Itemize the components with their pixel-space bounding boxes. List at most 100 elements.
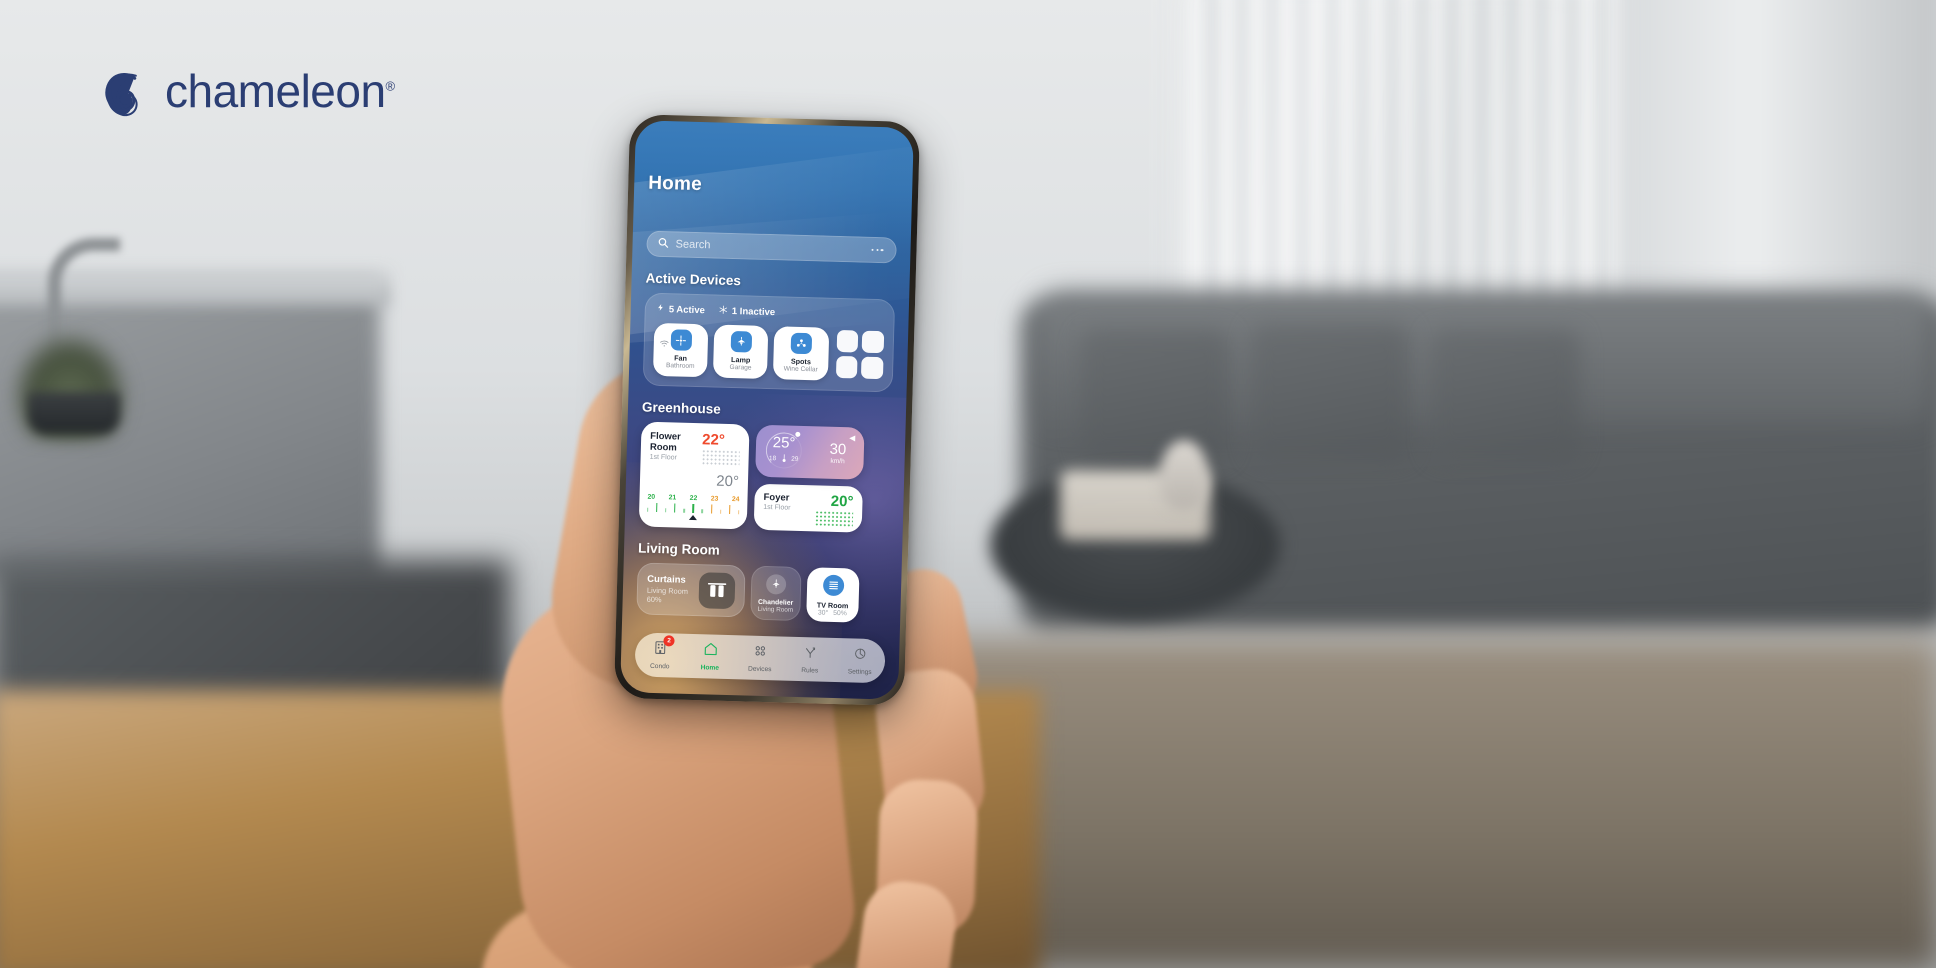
- tv-room-temp: 30°: [817, 609, 829, 617]
- scale-marker: [688, 514, 698, 521]
- device-name: Fan: [674, 353, 688, 363]
- device-icon-row: [774, 332, 829, 355]
- tab-label: Devices: [747, 665, 772, 673]
- house-icon: [702, 641, 718, 661]
- bolt-icon: [657, 302, 665, 316]
- chameleon-logo-icon: [97, 68, 151, 127]
- page-title: Home: [647, 172, 703, 196]
- scale-label: 20: [647, 493, 656, 501]
- fan-icon: [670, 329, 692, 351]
- scene-photograph: Home Search Active Devices 5 Active 1 In…: [0, 0, 1936, 968]
- tab-settings[interactable]: Settings: [838, 646, 883, 676]
- card-chandelier[interactable]: Chandelier Living Room: [750, 565, 802, 622]
- scale-labels: 20 21 22 23 24: [647, 494, 739, 504]
- device-card-row: Fan Bathroom Lamp Garage Spots Wine Cell…: [652, 322, 885, 382]
- section-title-living-room: Living Room: [637, 540, 721, 558]
- app-content: Home Search Active Devices 5 Active 1 In…: [620, 120, 914, 700]
- grid-dots-icon: [753, 643, 768, 662]
- tab-devices[interactable]: Devices: [738, 643, 783, 673]
- search-input[interactable]: Search: [646, 230, 897, 264]
- bottom-navigation: 2 Condo Home Devices Rules Settings: [634, 632, 886, 684]
- active-devices-panel: 5 Active 1 Inactive Fan Bathroom Lamp Ga…: [642, 292, 896, 393]
- device-card-fan[interactable]: Fan Bathroom: [652, 322, 709, 378]
- background-cushion: [1250, 325, 1410, 460]
- current-temperature: 20°: [716, 472, 740, 491]
- card-weather[interactable]: 25° 18 29 30 km/h: [755, 424, 865, 480]
- curtain-level: 60%: [646, 594, 662, 605]
- snowflake-icon: [719, 304, 728, 317]
- scale-label: 24: [731, 496, 740, 504]
- room-name: Foyer: [763, 491, 790, 504]
- background-cushion: [1080, 330, 1230, 460]
- device-room: Wine Cellar: [783, 365, 818, 374]
- section-title-active-devices: Active Devices: [645, 270, 742, 289]
- background-cushion: [1430, 330, 1580, 460]
- wind-direction-icon: [849, 435, 856, 442]
- search-row: Search: [646, 230, 897, 264]
- blinds-icon: [822, 574, 844, 597]
- foyer-temperature: 20°: [830, 492, 854, 511]
- wifi-icon: [660, 334, 669, 352]
- signal-dot-grid: [814, 510, 854, 528]
- room-floor: 1st Floor: [649, 453, 677, 462]
- card-tv-room[interactable]: TV Room 30° 50%: [806, 567, 860, 623]
- tab-home[interactable]: Home: [688, 641, 733, 672]
- device-name: Curtains: [647, 573, 686, 586]
- status-active: 5 Active: [657, 302, 705, 317]
- lamp-icon: [730, 330, 753, 353]
- search-placeholder: Search: [675, 238, 711, 252]
- registered-mark: ®: [385, 78, 396, 94]
- curtain-info: Curtains Living Room 60%: [647, 574, 689, 605]
- tv-room-values: 30° 50%: [818, 610, 847, 618]
- tab-label: Condo: [649, 662, 670, 671]
- gear-icon: [853, 646, 868, 665]
- search-icon: [657, 235, 669, 253]
- phone-screen: Home Search Active Devices 5 Active 1 In…: [620, 120, 914, 700]
- tab-label: Home: [700, 664, 720, 672]
- device-card-lamp[interactable]: Lamp Garage: [713, 324, 769, 379]
- signal-dot-grid: [701, 449, 740, 467]
- scale-label: 23: [710, 495, 719, 503]
- card-titles: Flower Room 1st Floor: [650, 431, 703, 462]
- wind-speed: 30: [829, 440, 847, 458]
- more-options-icon[interactable]: [871, 248, 885, 252]
- smartphone: Home Search Active Devices 5 Active 1 In…: [613, 114, 921, 706]
- tab-condo[interactable]: 2 Condo: [638, 635, 683, 671]
- card-flower-room[interactable]: Flower Room 1st Floor 22° 20° 20 21 22 2…: [638, 421, 750, 530]
- room-name: Flower Room: [649, 430, 681, 454]
- card-curtains[interactable]: Curtains Living Room 60%: [636, 562, 746, 618]
- brand-wordmark: chameleon®: [165, 68, 395, 114]
- temperature-scale[interactable]: 20 21 22 23 24: [647, 494, 740, 522]
- weather-wind-block: 30 km/h: [812, 440, 865, 465]
- scale-ticks: [647, 502, 740, 515]
- device-room: Bathroom: [665, 362, 695, 371]
- card-foyer[interactable]: Foyer 1st Floor 20°: [753, 483, 863, 533]
- tab-rules[interactable]: Rules: [788, 644, 833, 674]
- grid-four-icon[interactable]: [835, 329, 885, 380]
- chandelier-icon: [765, 574, 787, 595]
- tv-room-humidity: 50%: [833, 609, 847, 618]
- arc-indicator-dot: [795, 431, 801, 437]
- background-plant-pot: [28, 392, 120, 434]
- device-room: Living Room: [757, 605, 794, 614]
- branch-icon: [803, 645, 818, 664]
- device-card-spots[interactable]: Spots Wine Cellar: [773, 326, 829, 381]
- status-inactive: 1 Inactive: [719, 304, 776, 319]
- living-room-row: Curtains Living Room 60% Chandelier Livi…: [636, 562, 887, 623]
- brand-logo: chameleon®: [97, 68, 395, 127]
- curtains-icon[interactable]: [698, 572, 736, 610]
- background-vase: [1160, 440, 1208, 510]
- spots-icon: [790, 332, 813, 355]
- condo-badge: 2: [663, 635, 675, 647]
- tab-label: Settings: [847, 667, 872, 676]
- card-header: Flower Room 1st Floor 22° 20°: [649, 431, 741, 491]
- wind-unit: km/h: [830, 457, 845, 465]
- target-temperature: 22°: [701, 431, 726, 449]
- section-title-greenhouse: Greenhouse: [641, 399, 721, 417]
- device-icon-row: [714, 330, 769, 354]
- scale-label: 21: [668, 494, 677, 502]
- card-titles: Foyer 1st Floor: [763, 492, 791, 523]
- status-active-label: 5 Active: [668, 303, 706, 316]
- card-temps: 22° 20°: [701, 431, 741, 491]
- device-status-row: 5 Active 1 Inactive: [655, 302, 885, 322]
